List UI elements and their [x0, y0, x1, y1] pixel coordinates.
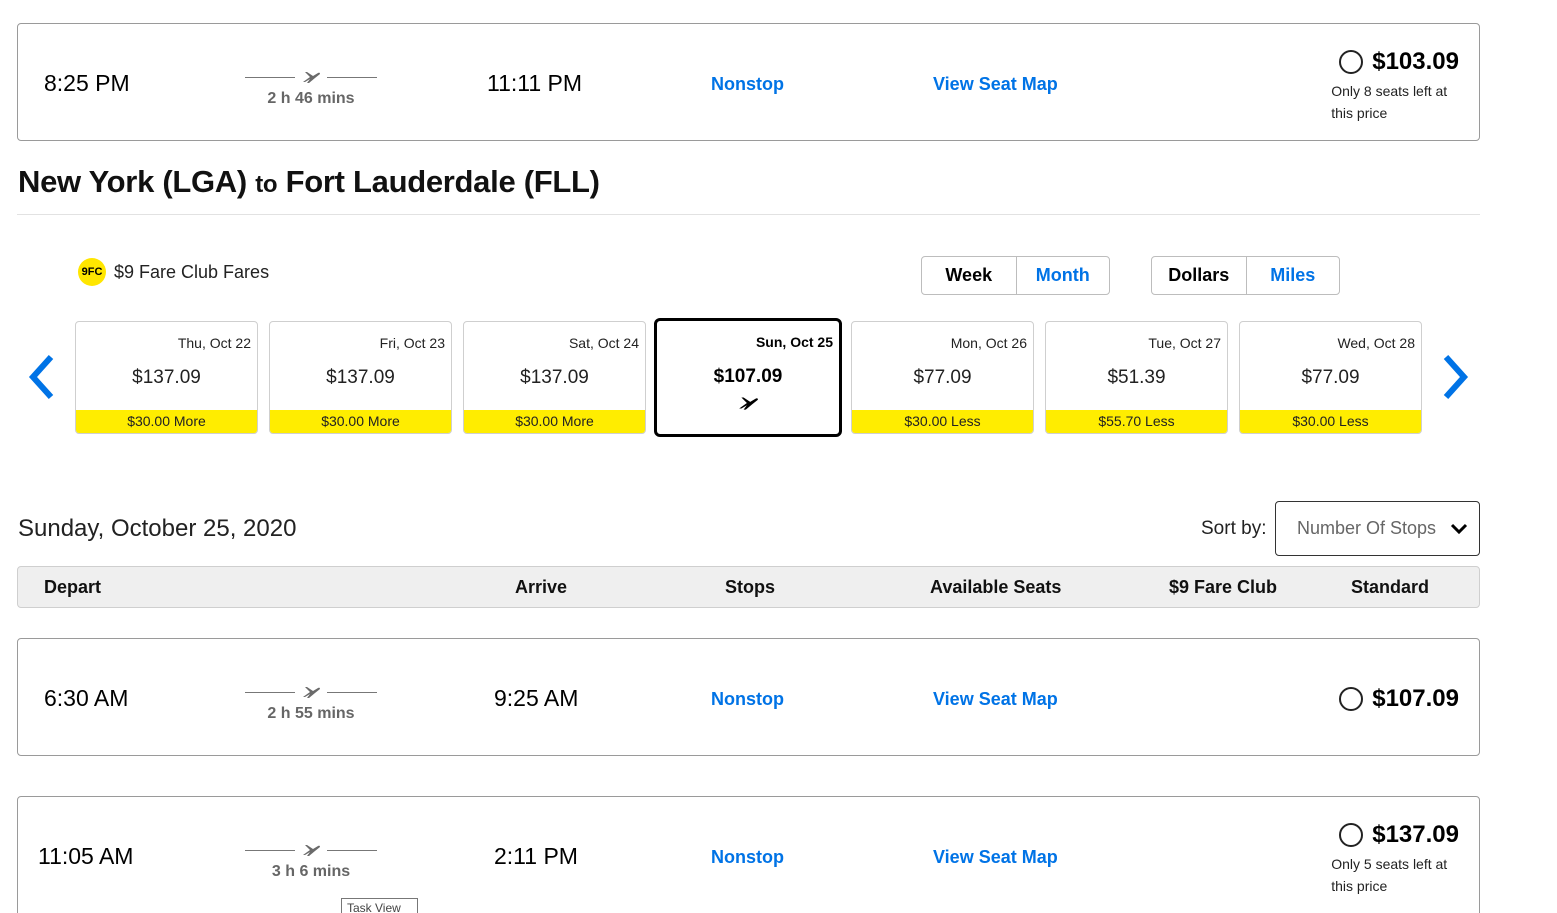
day-date: Mon, Oct 26: [950, 335, 1027, 351]
duration-text: 2 h 46 mins: [267, 90, 355, 107]
plane-icon: [303, 687, 320, 698]
plane-icon: [303, 845, 320, 856]
flight-duration: 3 h 6 mins: [241, 843, 381, 881]
route-to-word: to: [255, 171, 278, 198]
day-date: Sat, Oct 24: [568, 335, 639, 351]
calendar-day[interactable]: Fri, Oct 23 $137.09 $30.00 More: [269, 321, 452, 434]
arrive-time: 9:25 AM: [494, 685, 579, 711]
day-price: $107.09: [713, 366, 783, 387]
day-price-diff: $30.00 Less: [852, 410, 1033, 433]
fare-price: $137.09: [1372, 821, 1459, 848]
col-fare-club: $9 Fare Club: [1169, 577, 1278, 597]
chevron-right-icon: [1443, 354, 1469, 400]
view-seat-map-link[interactable]: View Seat Map: [933, 847, 1058, 868]
flight-duration: 2 h 55 mins: [241, 685, 381, 723]
fare-price: $107.09: [1372, 685, 1459, 712]
flight-card[interactable]: 6:30 AM 2 h 55 mins 9:25 AM Nonstop View…: [17, 638, 1480, 756]
view-seat-map-link[interactable]: View Seat Map: [933, 689, 1058, 710]
depart-time: 11:05 AM: [38, 843, 134, 869]
results-table-header: Depart Arrive Stops Available Seats $9 F…: [17, 566, 1480, 608]
stops-link[interactable]: Nonstop: [711, 689, 784, 710]
prev-week-arrow[interactable]: [25, 352, 55, 402]
price-block: $103.09 Only 8 seats left at this price: [1331, 48, 1459, 124]
calendar-day[interactable]: Thu, Oct 22 $137.09 $30.00 More: [75, 321, 258, 434]
toggle-month[interactable]: Month: [1015, 257, 1110, 294]
calendar-day-selected[interactable]: Sun, Oct 25 $107.09: [654, 318, 842, 437]
week-month-toggle: Week Month: [921, 256, 1110, 295]
price-block: $137.09 Only 5 seats left at this price: [1331, 821, 1459, 897]
duration-text: 3 h 6 mins: [271, 863, 351, 880]
day-price: $77.09: [1301, 367, 1360, 388]
fare-price: $103.09: [1372, 48, 1459, 75]
plane-icon: [657, 395, 839, 416]
col-standard: Standard: [1351, 577, 1430, 597]
day-price: $77.09: [913, 367, 972, 388]
day-price: $51.39: [1107, 367, 1166, 388]
toggle-week[interactable]: Week: [922, 257, 1016, 294]
day-price-diff: $30.00 More: [270, 410, 451, 433]
day-price: $137.09: [132, 367, 201, 388]
sort-value: Number Of Stops: [1297, 518, 1437, 538]
divider: [17, 214, 1480, 215]
sort-label: Sort by:: [1201, 518, 1267, 539]
fare-radio[interactable]: [1339, 50, 1364, 74]
flight-path: [241, 843, 381, 857]
toggle-miles[interactable]: Miles: [1245, 257, 1340, 294]
arrive-time: 11:11 PM: [487, 70, 583, 96]
stops-link[interactable]: Nonstop: [711, 847, 784, 868]
day-date: Sun, Oct 25: [755, 334, 833, 350]
chevron-down-icon: [1450, 523, 1468, 535]
fare-club-label: $9 Fare Club Fares: [114, 261, 270, 282]
day-date: Tue, Oct 27: [1148, 335, 1221, 351]
fare-radio[interactable]: [1339, 687, 1364, 711]
calendar-day[interactable]: Wed, Oct 28 $77.09 $30.00 Less: [1239, 321, 1422, 434]
task-view-tooltip: Task View: [341, 898, 418, 913]
day-price-diff: $30.00 More: [464, 410, 645, 433]
dollars-miles-toggle: Dollars Miles: [1151, 256, 1340, 295]
depart-time: 8:25 PM: [44, 70, 130, 96]
day-price: $137.09: [326, 367, 395, 388]
chevron-left-icon: [28, 354, 54, 400]
toggle-dollars[interactable]: Dollars: [1152, 257, 1246, 294]
flight-path: [241, 70, 381, 84]
arrive-time: 2:11 PM: [494, 843, 578, 869]
route-origin: New York (LGA): [18, 164, 247, 199]
results-date-heading: Sunday, October 25, 2020: [18, 515, 297, 542]
day-date: Fri, Oct 23: [379, 335, 445, 351]
calendar-day[interactable]: Tue, Oct 27 $51.39 $55.70 Less: [1045, 321, 1228, 434]
day-price-diff: $55.70 Less: [1046, 410, 1227, 433]
day-price-diff: $30.00 Less: [1240, 410, 1421, 433]
col-available-seats: Available Seats: [930, 577, 1062, 597]
col-depart: Depart: [44, 577, 102, 597]
flight-card[interactable]: 8:25 PM 2 h 46 mins 11:11 PM Nonstop Vie…: [17, 23, 1480, 141]
col-arrive: Arrive: [515, 577, 568, 597]
calendar-day[interactable]: Mon, Oct 26 $77.09 $30.00 Less: [851, 321, 1034, 434]
price-block: $107.09: [1339, 685, 1459, 713]
seats-left-note: Only 5 seats left at this price: [1331, 856, 1448, 894]
view-seat-map-link[interactable]: View Seat Map: [933, 74, 1058, 95]
seats-left-note: Only 8 seats left at this price: [1331, 83, 1448, 121]
stops-link[interactable]: Nonstop: [711, 74, 784, 95]
flight-path: [241, 685, 381, 699]
fare-club-legend: 9FC $9 Fare Club Fares: [78, 258, 269, 286]
next-week-arrow[interactable]: [1442, 352, 1472, 402]
fare-radio[interactable]: [1339, 823, 1364, 847]
fare-club-badge-icon: 9FC: [78, 258, 106, 286]
route-destination: Fort Lauderdale (FLL): [285, 164, 600, 199]
calendar-day[interactable]: Sat, Oct 24 $137.09 $30.00 More: [463, 321, 646, 434]
flight-card[interactable]: 11:05 AM 3 h 6 mins 2:11 PM Nonstop View…: [17, 796, 1480, 913]
duration-text: 2 h 55 mins: [267, 705, 355, 722]
day-price-diff: $30.00 More: [76, 410, 257, 433]
day-date: Thu, Oct 22: [177, 335, 251, 351]
route-title: New York (LGA) to Fort Lauderdale (FLL): [18, 164, 600, 200]
flight-duration: 2 h 46 mins: [241, 70, 381, 108]
day-price: $137.09: [520, 367, 589, 388]
plane-icon: [303, 72, 320, 83]
sort-select[interactable]: Number Of Stops: [1275, 501, 1480, 556]
day-date: Wed, Oct 28: [1337, 335, 1415, 351]
depart-time: 6:30 AM: [44, 685, 129, 711]
col-stops: Stops: [725, 577, 776, 597]
